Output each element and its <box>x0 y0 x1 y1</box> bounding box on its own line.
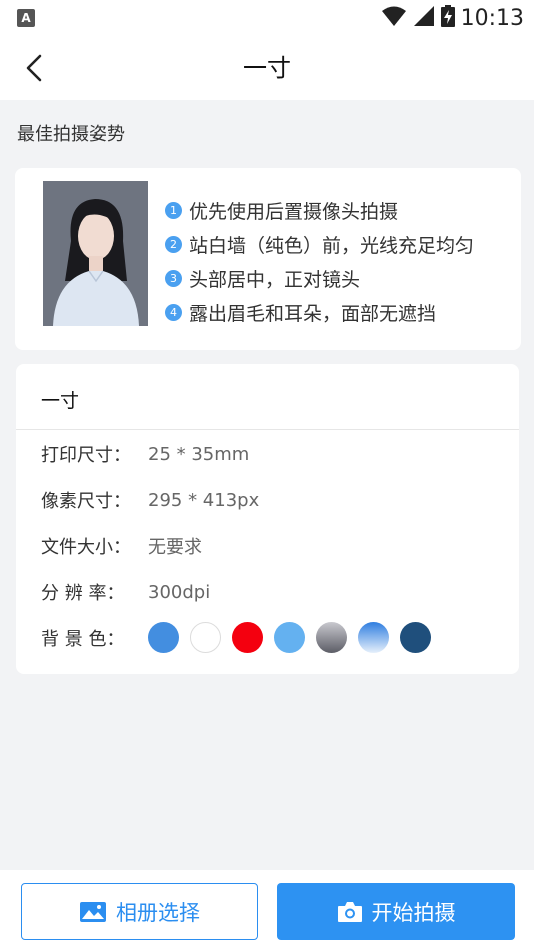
start-shooting-label: 开始拍摄 <box>371 900 456 925</box>
album-select-label: 相册选择 <box>116 900 200 925</box>
spec-key: 分 辨 率： <box>41 583 125 604</box>
swatch-red[interactable] <box>232 622 263 653</box>
spec-row-background-color: 背 景 色： <box>41 622 431 653</box>
swatch-blue[interactable] <box>148 622 179 653</box>
tips-list: 1 优先使用后置摄像头拍摄 2 站白墙（纯色）前，光线充足均匀 3 头部居中，正… <box>165 193 474 329</box>
spec-key: 像素尺寸： <box>41 491 131 512</box>
nav-bar: 一寸 <box>0 36 534 100</box>
pose-tips-card: 1 优先使用后置摄像头拍摄 2 站白墙（纯色）前，光线充足均匀 3 头部居中，正… <box>15 168 521 350</box>
spec-key: 文件大小： <box>41 537 131 558</box>
swatch-dark-blue[interactable] <box>400 622 431 653</box>
tip-number-badge: 2 <box>165 235 182 253</box>
album-select-button[interactable]: 相册选择 <box>21 883 258 940</box>
chevron-left-icon <box>26 54 42 82</box>
status-bar: A 10:13 <box>0 0 534 36</box>
swatch-white[interactable] <box>190 622 221 653</box>
tip-item: 2 站白墙（纯色）前，光线充足均匀 <box>165 227 474 261</box>
cell-signal-icon <box>413 5 435 31</box>
spec-value: 295 * 413px <box>148 489 260 511</box>
tip-item: 3 头部居中，正对镜头 <box>165 261 474 295</box>
spec-row-resolution: 分 辨 率： 300dpi <box>41 579 210 605</box>
bottom-action-bar: 相册选择 开始拍摄 <box>0 870 534 950</box>
start-shooting-button[interactable]: 开始拍摄 <box>277 883 515 940</box>
spec-value: 无要求 <box>148 537 202 558</box>
page-title: 一寸 <box>243 54 291 82</box>
photo-spec-card: 一寸 打印尺寸： 25 * 35mm 像素尺寸： 295 * 413px 文件大… <box>16 364 519 674</box>
section-label-pose: 最佳拍摄姿势 <box>17 124 125 145</box>
wifi-icon <box>381 5 407 31</box>
tip-number-badge: 4 <box>165 303 182 321</box>
status-icons: 10:13 <box>381 5 524 31</box>
background-color-swatches <box>148 622 431 653</box>
battery-charging-icon <box>440 5 455 31</box>
swatch-gradient-gray[interactable] <box>316 622 347 653</box>
tip-text: 优先使用后置摄像头拍摄 <box>189 200 399 223</box>
tip-item: 4 露出眉毛和耳朵，面部无遮挡 <box>165 295 474 329</box>
tip-number-badge: 3 <box>165 269 182 287</box>
spec-value: 25 * 35mm <box>148 443 250 465</box>
spec-value: 300dpi <box>148 581 211 603</box>
tip-number-badge: 1 <box>165 201 182 219</box>
tip-text: 露出眉毛和耳朵，面部无遮挡 <box>189 302 437 325</box>
spec-key: 背 景 色： <box>41 628 125 650</box>
spec-key: 打印尺寸： <box>41 445 131 466</box>
spec-row-print-size: 打印尺寸： 25 * 35mm <box>41 441 249 467</box>
spec-title: 一寸 <box>41 390 80 412</box>
swatch-light-blue[interactable] <box>274 622 305 653</box>
back-button[interactable] <box>14 48 54 88</box>
sample-photo <box>43 181 148 326</box>
spec-row-file-size: 文件大小： 无要求 <box>41 533 202 559</box>
app-notification-icon: A <box>17 9 35 27</box>
swatch-gradient-blue[interactable] <box>358 622 389 653</box>
camera-icon <box>337 901 362 922</box>
image-icon <box>80 901 106 922</box>
tip-text: 头部居中，正对镜头 <box>189 268 361 291</box>
tip-item: 1 优先使用后置摄像头拍摄 <box>165 193 474 227</box>
divider <box>16 429 519 430</box>
tip-text: 站白墙（纯色）前，光线充足均匀 <box>189 234 475 257</box>
spec-row-pixel-size: 像素尺寸： 295 * 413px <box>41 487 259 513</box>
status-time: 10:13 <box>460 5 524 31</box>
